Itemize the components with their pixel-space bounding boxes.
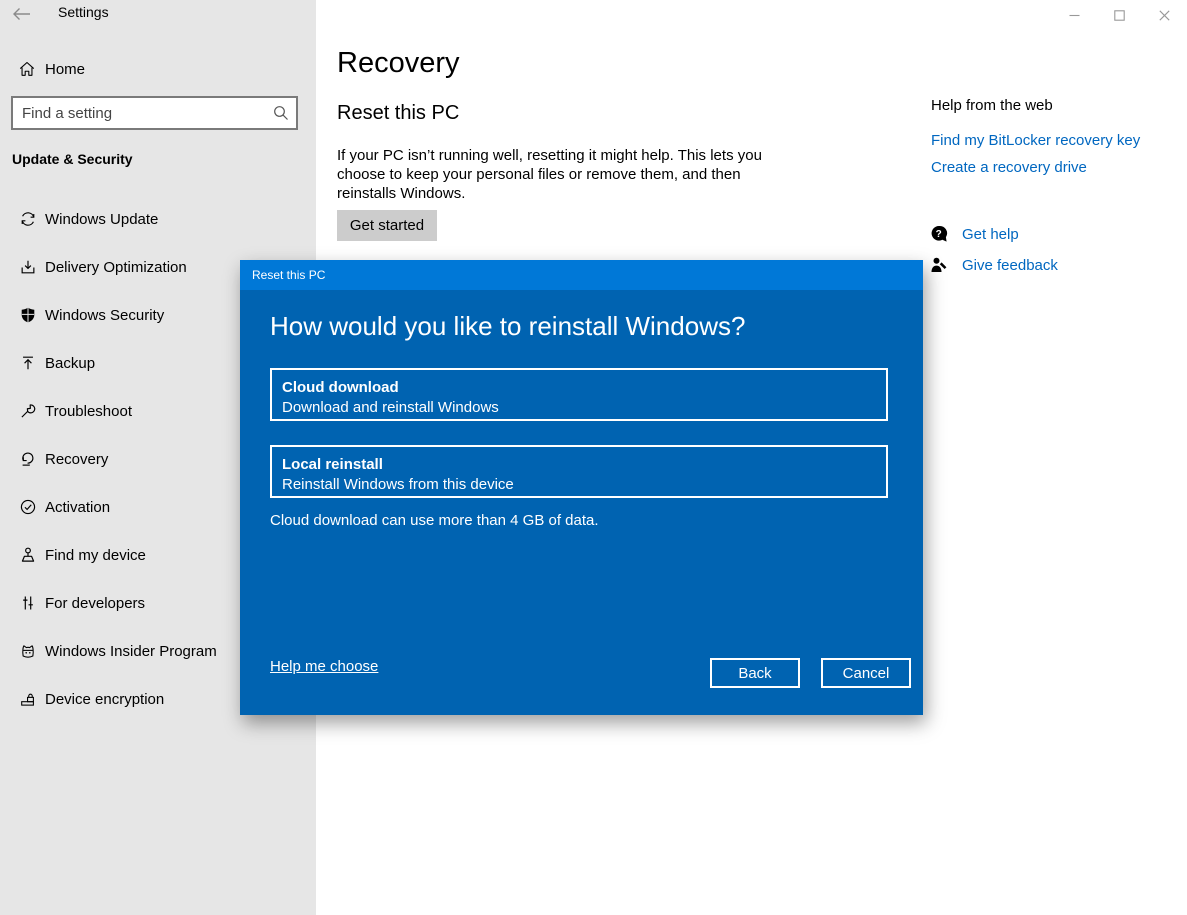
reset-this-pc-heading: Reset this PC xyxy=(337,102,459,125)
sidebar-item-label: Windows Security xyxy=(45,307,164,324)
option-title: Cloud download xyxy=(282,377,886,398)
option-subtitle: Download and reinstall Windows xyxy=(282,398,886,418)
help-me-choose-link[interactable]: Help me choose xyxy=(270,658,378,675)
sidebar-item-label: Backup xyxy=(45,355,95,372)
backup-icon xyxy=(19,354,37,372)
sidebar-item-label: Troubleshoot xyxy=(45,403,132,420)
get-help-label: Get help xyxy=(962,226,1019,243)
back-dialog-button[interactable]: Back xyxy=(710,658,800,688)
delivery-icon xyxy=(19,258,37,276)
sidebar-item-label: Activation xyxy=(45,499,110,516)
give-feedback-link[interactable]: Give feedback xyxy=(929,255,1058,275)
locate-device-icon xyxy=(19,546,37,564)
shield-icon xyxy=(19,306,37,324)
data-usage-note: Cloud download can use more than 4 GB of… xyxy=(270,512,599,529)
sidebar-item-label: Windows Update xyxy=(45,211,158,228)
sidebar-item-home[interactable]: Home xyxy=(0,52,316,86)
option-title: Local reinstall xyxy=(282,454,886,475)
back-arrow-icon xyxy=(12,7,40,21)
get-help-icon: ? xyxy=(929,224,949,244)
cancel-dialog-button[interactable]: Cancel xyxy=(821,658,911,688)
minimize-icon xyxy=(1069,10,1080,21)
page-title: Recovery xyxy=(337,47,460,80)
sidebar-section-title: Update & Security xyxy=(12,151,133,167)
local-reinstall-option[interactable]: Local reinstall Reinstall Windows from t… xyxy=(270,445,888,498)
close-icon xyxy=(1159,10,1170,21)
get-started-button[interactable]: Get started xyxy=(337,210,437,241)
settings-window: Settings Home Update & Security Windows … xyxy=(0,0,1187,915)
reset-pc-dialog: Reset this PC How would you like to rein… xyxy=(240,260,923,715)
option-subtitle: Reinstall Windows from this device xyxy=(282,475,886,495)
sidebar-item-label: For developers xyxy=(45,595,145,612)
svg-text:?: ? xyxy=(936,229,942,240)
bitlocker-recovery-key-link[interactable]: Find my BitLocker recovery key xyxy=(931,132,1140,149)
dialog-title: Reset this PC xyxy=(240,260,923,290)
dialog-body: How would you like to reinstall Windows?… xyxy=(240,290,923,715)
sidebar-item-label: Find my device xyxy=(45,547,146,564)
cloud-download-option[interactable]: Cloud download Download and reinstall Wi… xyxy=(270,368,888,421)
sidebar-item-windows-update[interactable]: Windows Update xyxy=(0,199,316,239)
window-controls xyxy=(1052,0,1187,30)
search-box xyxy=(11,96,298,130)
give-feedback-icon xyxy=(929,255,949,275)
activation-icon xyxy=(19,498,37,516)
wrench-icon xyxy=(19,402,37,420)
give-feedback-label: Give feedback xyxy=(962,257,1058,274)
close-button[interactable] xyxy=(1142,0,1187,30)
search-input[interactable] xyxy=(13,98,266,128)
sidebar-item-label: Recovery xyxy=(45,451,108,468)
lock-icon xyxy=(19,690,37,708)
sync-icon xyxy=(19,210,37,228)
dialog-heading: How would you like to reinstall Windows? xyxy=(270,311,745,342)
back-button[interactable] xyxy=(12,2,40,26)
search-icon xyxy=(266,105,296,121)
home-icon xyxy=(18,60,36,78)
sidebar-item-label: Windows Insider Program xyxy=(45,643,217,660)
minimize-button[interactable] xyxy=(1052,0,1097,30)
insider-cat-icon xyxy=(19,642,37,660)
maximize-icon xyxy=(1114,10,1125,21)
get-help-link[interactable]: ? Get help xyxy=(929,224,1019,244)
sidebar-item-label: Home xyxy=(45,61,85,78)
maximize-button[interactable] xyxy=(1097,0,1142,30)
help-from-web-heading: Help from the web xyxy=(931,97,1053,114)
reset-description: If your PC isn’t running well, resetting… xyxy=(337,146,792,203)
app-title: Settings xyxy=(58,4,109,20)
create-recovery-drive-link[interactable]: Create a recovery drive xyxy=(931,159,1087,176)
sidebar-item-label: Delivery Optimization xyxy=(45,259,187,276)
sidebar-item-label: Device encryption xyxy=(45,691,164,708)
developers-icon xyxy=(19,594,37,612)
recovery-icon xyxy=(19,450,37,468)
